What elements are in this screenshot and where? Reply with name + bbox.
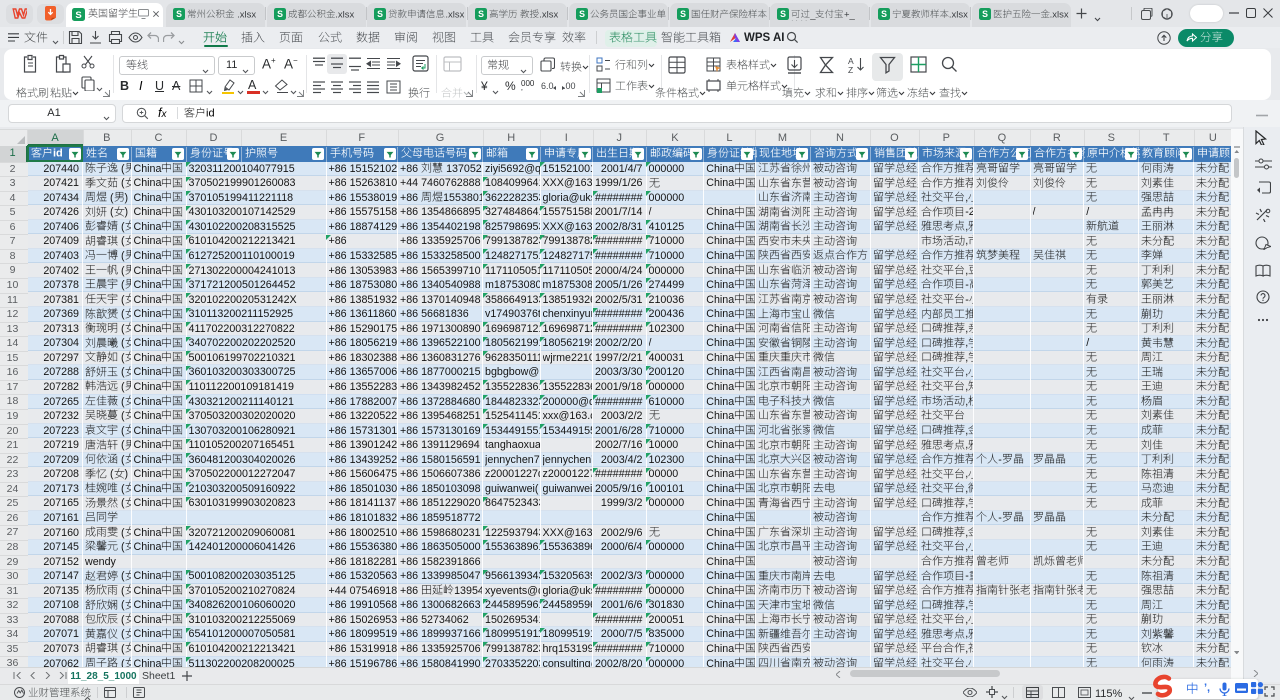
svg-text:S: S bbox=[579, 9, 585, 19]
svg-text:S: S bbox=[780, 9, 786, 19]
svg-text:S: S bbox=[277, 9, 283, 19]
svg-text:S: S bbox=[176, 9, 182, 19]
svg-text:Z: Z bbox=[848, 65, 853, 74]
svg-text:S: S bbox=[982, 9, 988, 19]
svg-text:S: S bbox=[75, 10, 81, 21]
svg-text:S: S bbox=[881, 9, 887, 19]
svg-text:6.0: 6.0 bbox=[541, 81, 554, 91]
svg-text:S: S bbox=[478, 9, 484, 19]
svg-text:S: S bbox=[680, 9, 686, 19]
svg-text:S: S bbox=[377, 9, 383, 19]
svg-text:.00: .00 bbox=[563, 81, 576, 91]
